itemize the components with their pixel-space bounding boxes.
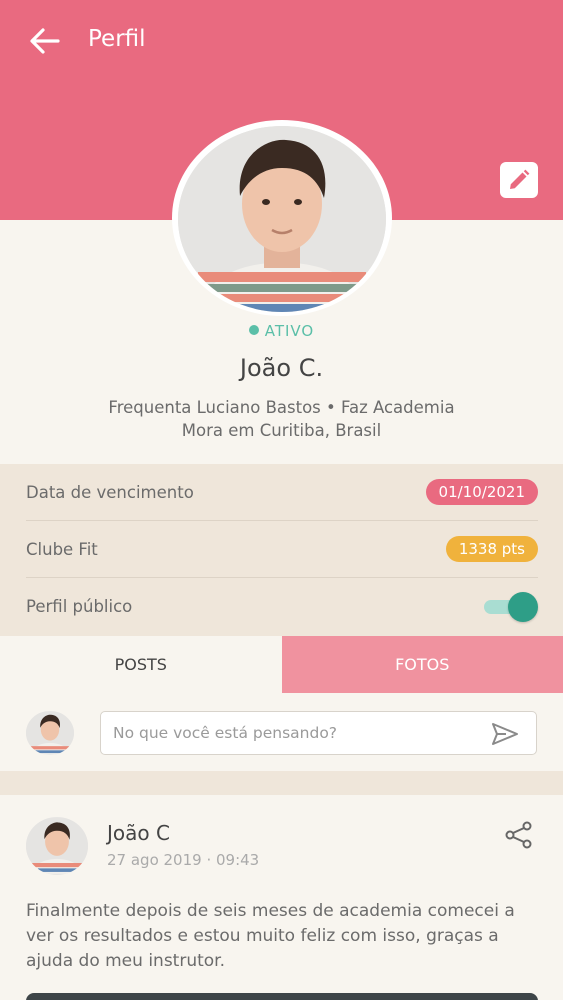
post-author-name[interactable]: João C [107, 821, 170, 845]
profile-details: Frequenta Luciano Bastos • Faz Academia … [0, 396, 563, 442]
post-timestamp: 27 ago 2019 · 09:43 [107, 851, 260, 869]
post-input[interactable] [100, 711, 537, 755]
status-dot [248, 325, 259, 335]
profile-gym-line: Frequenta Luciano Bastos • Faz Academia [108, 398, 455, 417]
avatar-photo [26, 818, 88, 874]
due-date-row: Data de vencimento 01/10/2021 [26, 464, 538, 521]
post-card: João C 27 ago 2019 · 09:43 Finalmente de… [0, 795, 563, 1000]
edit-profile-button[interactable] [500, 162, 538, 198]
profile-location-line: Mora em Curitiba, Brasil [181, 421, 382, 440]
share-icon [505, 821, 532, 849]
arrow-left-icon [30, 28, 60, 54]
status-badge: ATIVO [0, 322, 563, 340]
due-date-label: Data de vencimento [26, 482, 194, 502]
post-composer [0, 693, 563, 771]
profile-name: João C. [239, 354, 324, 382]
public-profile-label: Perfil público [26, 597, 133, 616]
composer-avatar [26, 711, 74, 755]
page-title: Perfil [88, 26, 146, 52]
send-icon [492, 723, 518, 745]
post-author-avatar[interactable] [26, 817, 88, 875]
public-profile-row: Perfil público [26, 578, 538, 635]
tab-posts[interactable]: POSTS [0, 636, 282, 693]
status-label: ATIVO [264, 322, 315, 340]
club-fit-row: Clube Fit 1338 pts [26, 521, 538, 578]
tab-bar: POSTS FOTOS [0, 636, 563, 693]
share-button[interactable] [504, 821, 534, 849]
pencil-icon [510, 169, 530, 189]
points-badge: 1338 pts [445, 536, 538, 562]
post-text: Finalmente depois de seis meses de acade… [26, 901, 515, 971]
avatar[interactable] [178, 126, 386, 312]
tab-fotos[interactable]: FOTOS [281, 636, 563, 693]
due-date-badge: 01/10/2021 [425, 479, 538, 505]
public-profile-toggle[interactable] [484, 591, 538, 622]
info-panel: Data de vencimento 01/10/2021 Clube Fit … [0, 464, 563, 636]
section-divider [0, 771, 563, 795]
avatar-photo [26, 711, 74, 755]
post-image[interactable] [26, 993, 538, 1000]
back-button[interactable] [28, 26, 62, 56]
club-fit-label: Clube Fit [26, 539, 98, 559]
toggle-knob [508, 591, 538, 622]
send-button[interactable] [490, 721, 520, 747]
avatar-photo [178, 126, 386, 312]
